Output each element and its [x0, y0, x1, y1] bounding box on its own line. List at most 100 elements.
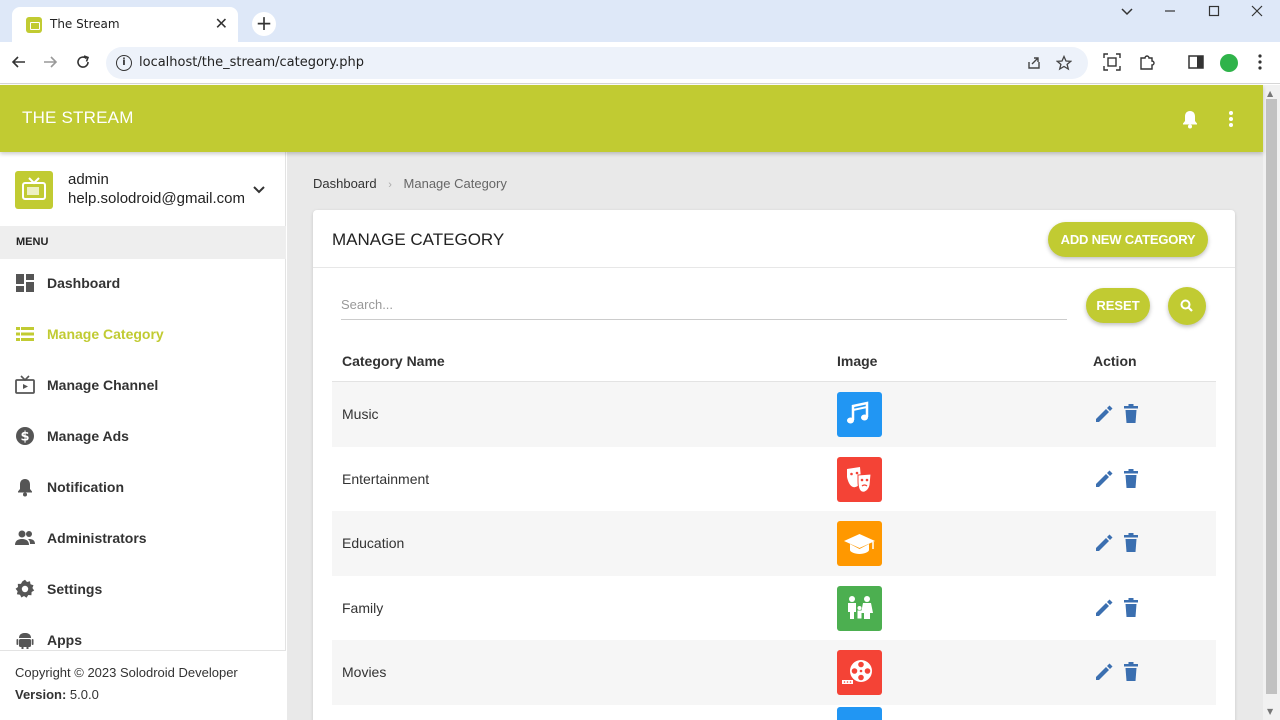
sidebar-item-label: Notification: [47, 479, 124, 495]
delete-trash-icon[interactable]: [1121, 532, 1141, 554]
version-value: 5.0.0: [69, 687, 99, 702]
add-new-category-button[interactable]: ADD NEW CATEGORY: [1048, 222, 1208, 257]
tab-title: The Stream: [50, 17, 120, 31]
sidebar-item-administrators[interactable]: Administrators: [0, 514, 286, 565]
back-arrow-icon[interactable]: [7, 50, 31, 74]
family-icon: [837, 585, 882, 631]
edit-pencil-icon[interactable]: [1093, 403, 1115, 425]
search-input[interactable]: [341, 290, 1067, 320]
user-name: admin: [68, 171, 109, 188]
sidebar-item-notification[interactable]: Notification: [0, 463, 286, 514]
browser-tab-bar: The Stream ✕ +: [0, 0, 1280, 42]
tv-favicon-icon: [26, 17, 42, 33]
sidebar-item-label: Settings: [47, 581, 103, 597]
edit-pencil-icon[interactable]: [1093, 661, 1115, 683]
user-info: admin help.solodroid@gmail.com: [0, 152, 286, 226]
minimize-button[interactable]: [1155, 4, 1185, 22]
sidebar-item-manage-ads[interactable]: $ Manage Ads: [0, 412, 286, 463]
reload-icon[interactable]: [71, 50, 95, 74]
table-row: Entertainment: [332, 447, 1216, 512]
forward-arrow-icon[interactable]: [38, 50, 62, 74]
delete-trash-icon[interactable]: [1121, 597, 1141, 619]
theater-masks-icon: [837, 456, 882, 502]
category-table: Category Name Image Action Music Enterta…: [332, 340, 1216, 720]
android-icon: [15, 630, 35, 650]
tab-search-chevron-icon[interactable]: [1112, 4, 1142, 22]
sidebar-item-label: Manage Channel: [47, 377, 159, 393]
address-bar[interactable]: i localhost/the_stream/category.php: [106, 47, 1088, 79]
sidebar: admin help.solodroid@gmail.com MENU Dash…: [0, 152, 286, 720]
sidebar-item-manage-category[interactable]: Manage Category: [0, 310, 286, 361]
url-text[interactable]: localhost/the_stream/category.php: [139, 55, 364, 70]
breadcrumb-separator: ›: [388, 179, 392, 191]
graduation-cap-icon: [837, 521, 882, 566]
scroll-down-arrow-icon[interactable]: ▼: [1267, 707, 1273, 716]
extensions-puzzle-icon[interactable]: [1138, 53, 1156, 75]
tv-avatar-icon: [15, 171, 53, 209]
sidebar-item-label: Administrators: [47, 530, 147, 546]
bookmark-star-icon[interactable]: [1055, 53, 1073, 75]
people-icon: [15, 528, 35, 548]
table-header: Category Name Image Action: [332, 340, 1216, 382]
edit-pencil-icon[interactable]: [1093, 532, 1115, 554]
sidebar-item-label: Manage Ads: [47, 428, 129, 444]
menu-header-label: MENU: [16, 236, 49, 248]
app-title[interactable]: THE STREAM: [22, 108, 134, 128]
table-row: Movies: [332, 640, 1216, 705]
version-info: Version: 5.0.0: [15, 687, 99, 702]
site-info-icon[interactable]: i: [116, 55, 132, 71]
share-icon[interactable]: [1026, 53, 1042, 75]
edit-pencil-icon[interactable]: [1093, 468, 1115, 490]
sidebar-item-label: Apps: [47, 632, 82, 648]
category-name: Family: [342, 599, 384, 616]
reset-button[interactable]: RESET: [1086, 288, 1150, 323]
user-menu-chevron-icon[interactable]: [251, 182, 267, 198]
screenshot-icon[interactable]: [1103, 53, 1121, 75]
delete-trash-icon[interactable]: [1121, 661, 1141, 683]
dashboard-icon: [15, 273, 35, 293]
sidebar-item-settings[interactable]: Settings: [0, 565, 286, 616]
app-header: THE STREAM: [0, 85, 1263, 152]
breadcrumb: Dashboard › Manage Category: [313, 176, 507, 191]
breadcrumb-current: Manage Category: [403, 176, 507, 191]
edit-pencil-icon[interactable]: [1093, 597, 1115, 619]
category-name: Movies: [342, 664, 387, 680]
search-button[interactable]: [1168, 287, 1206, 325]
delete-trash-icon[interactable]: [1121, 403, 1141, 425]
sidebar-footer: Copyright © 2023 Solodroid Developer Ver…: [0, 650, 286, 720]
sidebar-item-manage-channel[interactable]: Manage Channel: [0, 361, 286, 412]
category-card: MANAGE CATEGORY ADD NEW CATEGORY RESET C…: [313, 210, 1235, 720]
new-tab-button[interactable]: +: [252, 12, 276, 36]
category-image-partial: [837, 706, 882, 720]
tv-icon: [15, 375, 35, 395]
tab-close-icon[interactable]: ✕: [215, 14, 228, 34]
browser-menu-icon[interactable]: [1257, 53, 1263, 75]
notification-bell-icon[interactable]: [1181, 109, 1199, 129]
side-panel-icon[interactable]: [1187, 53, 1205, 75]
profile-avatar-icon[interactable]: [1220, 54, 1238, 72]
copyright-text: Copyright © 2023 Solodroid Developer: [15, 665, 238, 680]
delete-trash-icon[interactable]: [1121, 468, 1141, 490]
sidebar-item-dashboard[interactable]: Dashboard: [0, 259, 286, 310]
more-vert-icon[interactable]: [1222, 109, 1240, 129]
category-name: Entertainment: [342, 470, 430, 487]
breadcrumb-dashboard-link[interactable]: Dashboard: [313, 176, 377, 191]
maximize-button[interactable]: [1199, 4, 1229, 22]
version-label: Version:: [15, 687, 67, 702]
scrollbar-thumb[interactable]: [1266, 99, 1277, 694]
column-header-image: Image: [837, 353, 878, 369]
menu-header: MENU: [0, 226, 286, 259]
main-content: Dashboard › Manage Category MANAGE CATEG…: [287, 152, 1263, 720]
gear-icon: [15, 579, 35, 599]
page-title: MANAGE CATEGORY: [332, 230, 505, 249]
user-email: help.solodroid@gmail.com: [68, 190, 245, 207]
svg-text:$: $: [20, 430, 29, 445]
category-name: Music: [342, 406, 379, 422]
page-scrollbar[interactable]: ▲ ▼: [1263, 85, 1280, 720]
sidebar-item-label: Dashboard: [47, 275, 121, 291]
dollar-icon: $: [15, 426, 35, 446]
close-window-button[interactable]: [1242, 4, 1272, 22]
scroll-up-arrow-icon[interactable]: ▲: [1267, 89, 1273, 98]
browser-tab[interactable]: The Stream ✕: [12, 7, 238, 42]
table-row: Music: [332, 382, 1216, 447]
